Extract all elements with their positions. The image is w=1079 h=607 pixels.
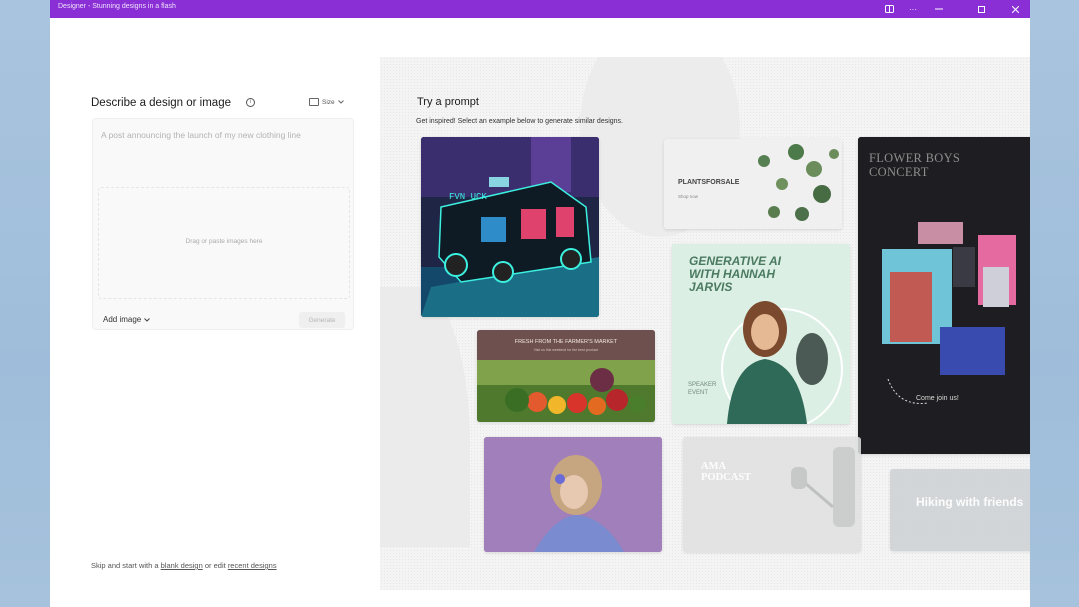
designer-window: Designer - Stunning designs in a flash ·… (50, 0, 1030, 607)
try-prompt-title: Try a prompt (417, 96, 479, 108)
podcast-microphone-image (683, 437, 861, 552)
flower-card-title: FLOWER BOYS CONCERT (869, 151, 961, 179)
info-icon[interactable]: i (246, 98, 255, 107)
example-card-hiking[interactable]: Hiking with friends (890, 469, 1030, 551)
example-card-flower-boys-concert[interactable]: FLOWER BOYS CONCERT Come join us! (858, 137, 1030, 454)
example-card-dancer[interactable] (484, 437, 662, 552)
title-bar: Designer - Stunning designs in a flash ·… (50, 0, 1030, 18)
example-card-ama-podcast[interactable]: AMA PODCAST (683, 437, 861, 552)
chevron-down-icon (337, 100, 344, 104)
farm-card-title: FRESH FROM THE FARMER'S MARKET (514, 339, 618, 345)
food-truck-illustration: FVN UCK (421, 137, 599, 317)
prompt-box[interactable]: A post announcing the launch of my new c… (92, 118, 354, 330)
genai-subtitle-line: SPEAKER (688, 382, 717, 388)
size-label: Size (322, 98, 335, 106)
decorative-shape (380, 287, 470, 547)
describe-heading: Describe a design or image (91, 97, 231, 109)
maximize-icon[interactable] (968, 0, 994, 18)
more-icon[interactable]: ··· (900, 0, 926, 18)
image-drop-zone[interactable]: Drag or paste images here (98, 187, 350, 299)
add-image-label: Add image (103, 315, 142, 324)
blank-design-link[interactable]: blank design (161, 561, 203, 570)
add-image-button[interactable]: Add image (103, 315, 151, 324)
plants-card-subtitle: Shop now (678, 194, 699, 199)
prompt-gallery-panel: Try a prompt Get inspired! Select an exa… (380, 57, 1030, 590)
layout-icon[interactable] (876, 0, 902, 18)
genai-card-subtitle: SPEAKER EVENT (688, 381, 716, 397)
left-panel: Describe a design or image i Size A post… (50, 18, 380, 607)
skip-middle: or edit (204, 561, 226, 570)
close-icon[interactable] (1002, 0, 1028, 18)
example-card-food-truck[interactable]: FVN UCK (421, 137, 599, 317)
example-card-generative-ai[interactable]: GENERATIVE AI WITH HANNAH JARVIS SPEAKER… (672, 244, 850, 424)
try-prompt-subtitle: Get inspired! Select an example below to… (416, 118, 623, 125)
dancer-image (484, 437, 662, 552)
example-card-plants-for-sale[interactable]: PLANTSFORSALE Shop now (664, 139, 842, 229)
genai-card-title: GENERATIVE AI WITH HANNAH JARVIS (689, 254, 782, 294)
hiking-card-title: Hiking with friends (916, 495, 1024, 509)
skip-prefix: Skip and start with a (91, 561, 159, 570)
podcast-card-title: AMA PODCAST (701, 461, 752, 483)
size-icon (309, 98, 319, 106)
recent-designs-link[interactable]: recent designs (228, 561, 277, 570)
prompt-input[interactable]: A post announcing the launch of my new c… (101, 130, 301, 140)
example-card-farmers-market[interactable]: FRESH FROM THE FARMER'S MARKET Visit us … (477, 330, 655, 422)
more-label: ··· (909, 4, 917, 14)
minimize-icon[interactable] (926, 0, 952, 18)
plants-card-title: PLANTSFORSALE (678, 179, 740, 186)
drop-zone-text: Drag or paste images here (185, 238, 263, 245)
generate-button[interactable]: Generate (299, 312, 345, 328)
flower-card-cta: Come join us! (916, 395, 959, 402)
food-truck-sign: FVN UCK (449, 192, 487, 202)
farm-card-subtitle: Visit us this weekend for the best produ… (533, 348, 599, 352)
window-title: Designer - Stunning designs in a flash (58, 3, 176, 10)
band-photo-collage (858, 137, 1030, 454)
chevron-down-icon (144, 317, 151, 322)
size-button[interactable]: Size (309, 98, 344, 106)
skip-line: Skip and start with a blank design or ed… (91, 561, 277, 570)
genai-subtitle-line: EVENT (688, 390, 709, 396)
